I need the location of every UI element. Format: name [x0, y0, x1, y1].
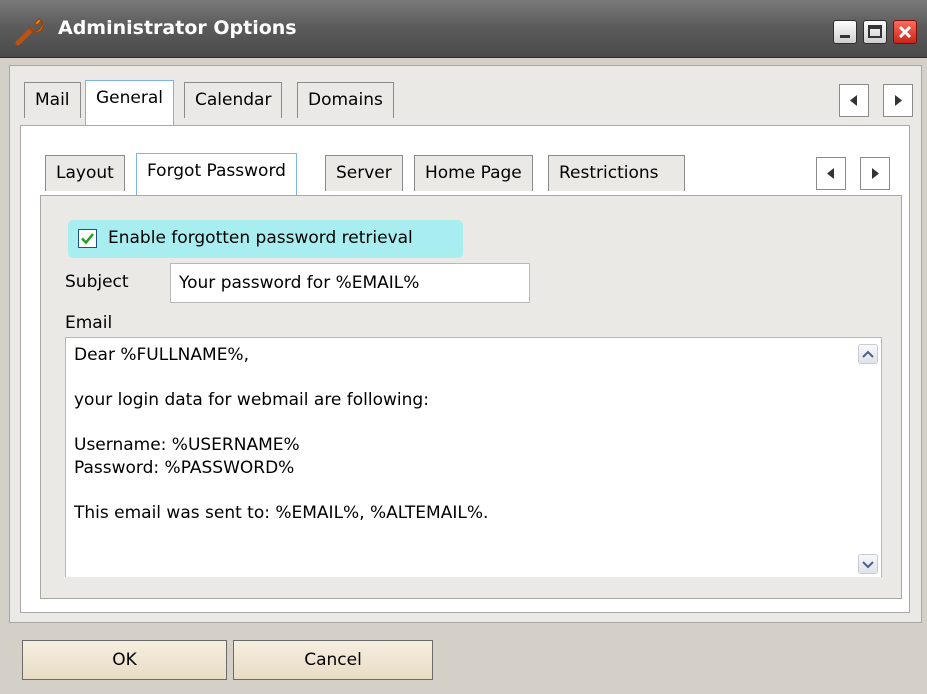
- outer-tabs-scroll-right[interactable]: [883, 84, 913, 117]
- chevron-up-icon: [862, 350, 874, 358]
- maximize-icon: [868, 25, 882, 38]
- scroll-down-button[interactable]: [858, 554, 878, 574]
- tab-layout[interactable]: Layout: [45, 155, 125, 191]
- chevron-right-icon: [872, 168, 879, 179]
- enable-retrieval-checkbox[interactable]: [78, 229, 97, 248]
- checkmark-icon: [81, 233, 94, 245]
- email-label: Email: [65, 313, 113, 333]
- subject-input[interactable]: [170, 263, 530, 303]
- cancel-button[interactable]: Cancel: [233, 640, 433, 680]
- scroll-up-button[interactable]: [858, 344, 878, 364]
- inner-tabs-scroll-right[interactable]: [860, 157, 890, 190]
- tab-mail[interactable]: Mail: [24, 82, 81, 118]
- maximize-button[interactable]: [863, 20, 887, 44]
- wrench-icon: [14, 16, 46, 46]
- subject-label: Subject: [65, 272, 129, 292]
- chevron-right-icon: [895, 95, 902, 106]
- inner-tabs-scroll-left[interactable]: [816, 157, 846, 190]
- tab-server[interactable]: Server: [325, 155, 403, 191]
- window-title: Administrator Options: [58, 17, 297, 39]
- admin-options-window: Administrator Options Mail General Calen…: [0, 0, 927, 694]
- email-body-textarea[interactable]: Dear %FULLNAME%, your login data for web…: [65, 337, 882, 577]
- outer-tabs-scroll-left[interactable]: [839, 84, 869, 117]
- enable-retrieval-label: Enable forgotten password retrieval: [108, 228, 413, 248]
- email-body-text[interactable]: Dear %FULLNAME%, your login data for web…: [74, 344, 488, 524]
- tab-domains[interactable]: Domains: [297, 82, 394, 118]
- enable-retrieval-row[interactable]: Enable forgotten password retrieval: [68, 220, 463, 258]
- chevron-left-icon: [850, 95, 857, 106]
- ok-button[interactable]: OK: [22, 640, 227, 680]
- minimize-icon: [840, 35, 850, 38]
- title-bar[interactable]: Administrator Options: [0, 0, 927, 58]
- chevron-down-icon: [862, 561, 874, 569]
- minimize-button[interactable]: [833, 20, 857, 44]
- tab-forgot-password[interactable]: Forgot Password: [136, 153, 297, 197]
- chevron-left-icon: [827, 168, 834, 179]
- tab-home-page[interactable]: Home Page: [414, 155, 533, 191]
- close-icon: [898, 25, 912, 39]
- tab-restrictions[interactable]: Restrictions: [548, 155, 685, 191]
- close-button[interactable]: [893, 20, 917, 44]
- tab-general[interactable]: General: [85, 80, 174, 126]
- tab-calendar[interactable]: Calendar: [184, 82, 283, 118]
